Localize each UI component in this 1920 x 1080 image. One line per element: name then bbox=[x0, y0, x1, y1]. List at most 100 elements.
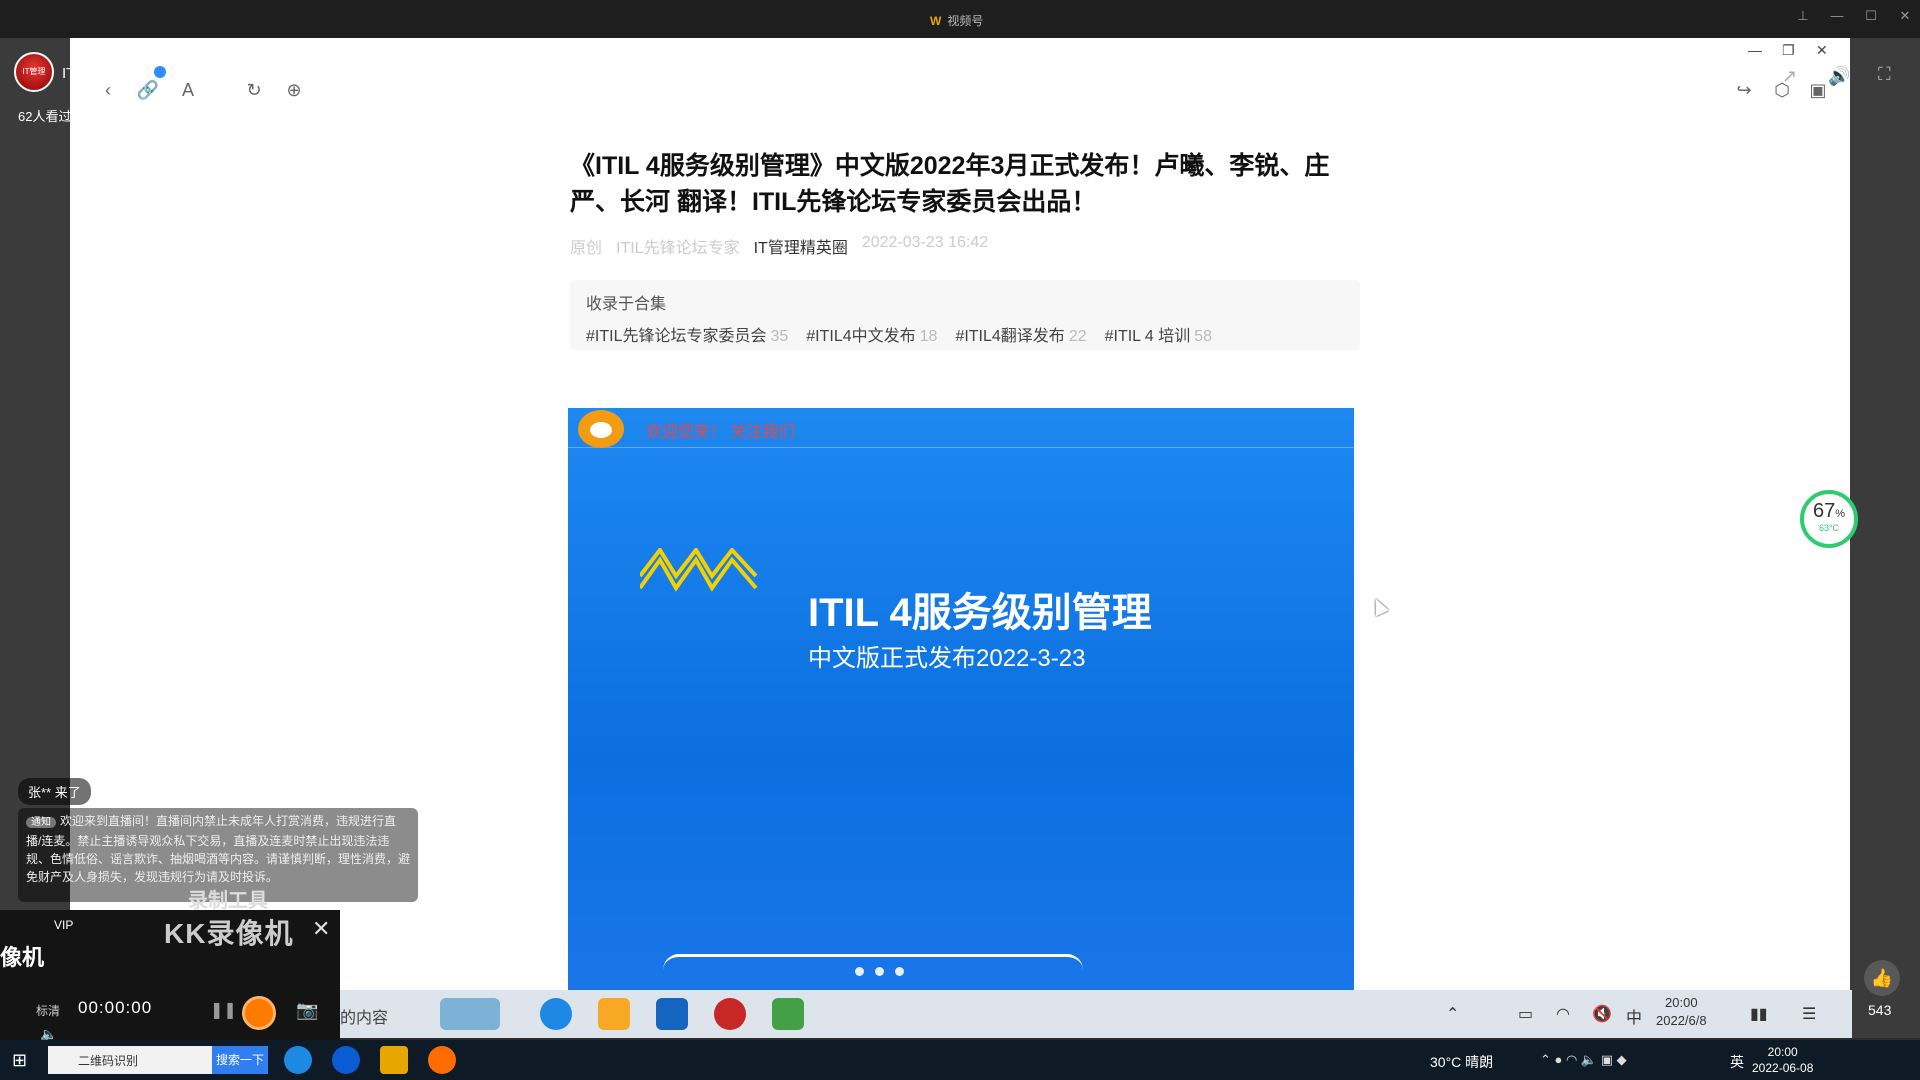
performance-gauge[interactable]: 67% 63°C bbox=[1800, 490, 1858, 548]
clock-date: 2022-06-08 bbox=[1752, 1061, 1814, 1075]
kk-machine-label: 像机 bbox=[0, 945, 45, 970]
share-icon[interactable]: ↗ bbox=[1782, 66, 1797, 87]
weather-widget[interactable]: 30°C 晴朗 bbox=[1430, 1052, 1493, 1072]
carousel-dot[interactable] bbox=[895, 967, 904, 976]
remote-stats-icon[interactable]: ▮▮ bbox=[1750, 1004, 1768, 1024]
like-count: 543 bbox=[1868, 1002, 1892, 1018]
remote-app-icon[interactable] bbox=[714, 998, 746, 1030]
system-tray[interactable]: ⌃ ● ◠ 🔈 ▣ ◆ bbox=[1540, 1052, 1627, 1068]
remote-word-icon[interactable] bbox=[656, 998, 688, 1030]
tag-count: 58 bbox=[1194, 328, 1213, 345]
remote-wechat-icon[interactable] bbox=[772, 998, 804, 1030]
windows-start-icon[interactable]: ⊞ bbox=[12, 1050, 27, 1071]
tag-name: #ITIL4翻译发布 bbox=[955, 328, 1065, 345]
camera-icon[interactable]: 📷 bbox=[296, 1000, 318, 1021]
hero-title: ITIL 4服务级别管理 bbox=[808, 591, 1152, 635]
maximize-button[interactable]: ☐ bbox=[1860, 8, 1882, 24]
tiger-mascot-icon bbox=[578, 410, 624, 448]
kk-close-icon[interactable]: ✕ bbox=[312, 916, 330, 942]
gauge-unit: % bbox=[1835, 508, 1846, 520]
article-meta: 原创 ITIL先锋论坛专家 IT管理精英圈 2022-03-23 16:42 bbox=[570, 234, 1360, 258]
fullscreen-icon[interactable]: ⛶ bbox=[1878, 64, 1891, 85]
remote-edge-icon[interactable] bbox=[540, 998, 572, 1030]
like-button[interactable]: 👍 bbox=[1864, 960, 1900, 996]
taskbar-search-input[interactable]: 二维码识别 bbox=[48, 1046, 212, 1074]
kk-recorder: VIP KK录像机 ✕ 像机 标清 00:00:00 ❚❚ 📷 🔈 bbox=[0, 910, 340, 1042]
app-titlebar: W 视频号 ⊥ — ☐ ✕ bbox=[0, 0, 1920, 38]
zigzag-logo-icon bbox=[640, 548, 758, 592]
tag-item[interactable]: #ITIL先锋论坛专家委员会 35 bbox=[586, 322, 788, 346]
pin-icon[interactable]: ⊥ bbox=[1792, 8, 1814, 24]
meta-author[interactable]: IT管理精英圈 bbox=[754, 234, 848, 258]
hero-banner: 欢迎您来！ 关注我们 ITIL 4服务级别管理 中文版正式发布2022-3-23 bbox=[568, 408, 1354, 990]
vip-badge: VIP bbox=[54, 918, 74, 932]
notice-tag: 通知 bbox=[26, 817, 56, 828]
browser-close-button[interactable]: ✕ bbox=[1816, 42, 1828, 59]
hero-header: 欢迎您来！ 关注我们 bbox=[568, 408, 1354, 448]
input-language[interactable]: 英 bbox=[1730, 1052, 1744, 1072]
tag-count: 35 bbox=[770, 328, 789, 345]
remote-folder-icon[interactable] bbox=[598, 998, 630, 1030]
volume-icon[interactable]: 🔊 bbox=[1828, 66, 1850, 87]
minimize-button[interactable]: — bbox=[1826, 8, 1848, 23]
meta-org[interactable]: ITIL先锋论坛专家 bbox=[616, 234, 740, 258]
app-title-text: 视频号 bbox=[947, 14, 984, 28]
edge-icon[interactable] bbox=[284, 1046, 312, 1074]
globe-icon[interactable]: ⊕ bbox=[282, 80, 306, 101]
thumbs-up-icon: 👍 bbox=[1870, 968, 1894, 988]
viewer-count: 62人看过 bbox=[18, 109, 72, 124]
ie-icon[interactable] bbox=[332, 1046, 360, 1074]
remote-clock: 20:00 2022/6/8 bbox=[1656, 994, 1707, 1030]
host-taskbar: ⊞ 二维码识别 搜索一下 30°C 晴朗 ⌃ ● ◠ 🔈 ▣ ◆ 英 20:00… bbox=[0, 1040, 1920, 1080]
browser-minimize-button[interactable]: — bbox=[1748, 42, 1762, 58]
kk-brand: KK录像机 bbox=[164, 918, 294, 949]
remote-notification-icon[interactable]: ☰ bbox=[1802, 1004, 1816, 1024]
pause-icon[interactable]: ❚❚ bbox=[210, 1000, 237, 1020]
refresh-icon[interactable]: ↻ bbox=[242, 80, 266, 101]
kk-timer: 00:00:00 bbox=[78, 998, 153, 1017]
streamer-info[interactable]: IT管理 IT管理精英圈 bbox=[14, 52, 167, 92]
article: 《ITIL 4服务级别管理》中文版2022年3月正式发布！卢曦、李锐、庄严、长河… bbox=[570, 148, 1360, 350]
carousel-dot[interactable] bbox=[875, 967, 884, 976]
tag-name: #ITIL4中文发布 bbox=[806, 328, 916, 345]
remote-wifi-icon: ◠ bbox=[1556, 1006, 1570, 1023]
streamer-avatar[interactable]: IT管理 bbox=[14, 52, 54, 92]
meta-original: 原创 bbox=[570, 240, 603, 257]
close-button[interactable]: ✕ bbox=[1894, 8, 1916, 24]
remote-battery-icon: ▭ bbox=[1518, 1006, 1534, 1023]
taskbar-search-button[interactable]: 搜索一下 bbox=[212, 1046, 268, 1074]
tag-count: 18 bbox=[919, 328, 938, 345]
hero-subtitle: 中文版正式发布2022-3-23 bbox=[808, 645, 1086, 672]
app-title: W 视频号 bbox=[930, 12, 983, 29]
record-button[interactable] bbox=[242, 996, 276, 1030]
tag-item[interactable]: #ITIL4中文发布 18 bbox=[806, 322, 937, 346]
gauge-percent: 67 bbox=[1812, 500, 1836, 522]
tag-item[interactable]: #ITIL4翻译发布 22 bbox=[955, 322, 1086, 346]
browser-toolbar: ‹ 🔗 A ↻ ⊕ — ❐ ✕ ↪ ⬡ ▣ bbox=[70, 38, 1850, 108]
remote-ime-icon[interactable]: 中 bbox=[1626, 1004, 1642, 1028]
carousel-dot[interactable] bbox=[855, 967, 864, 976]
meta-date: 2022-03-23 16:42 bbox=[861, 234, 989, 251]
channels-icon[interactable] bbox=[380, 1046, 408, 1074]
app-logo-icon: W bbox=[930, 14, 942, 28]
remote-app-map-icon[interactable] bbox=[440, 998, 500, 1030]
verified-icon bbox=[154, 66, 167, 78]
gauge-value: 67% bbox=[1804, 500, 1854, 523]
chat-join-message: 张** 来了 bbox=[18, 778, 91, 805]
remote-taskbar: 的内容 ⌃ ▭ ◠ 🔇 中 20:00 2022/6/8 ▮▮ ☰ bbox=[340, 990, 1852, 1038]
clock-time: 20:00 bbox=[1767, 1045, 1798, 1059]
browser-restore-button[interactable]: ❐ bbox=[1782, 42, 1795, 59]
tag-list: #ITIL先锋论坛专家委员会 35 #ITIL4中文发布 18 #ITIL4翻译发布… bbox=[586, 322, 1344, 346]
collection-box: 收录于合集 #ITIL先锋论坛专家委员会 35 #ITIL4中文发布 18 #ITI… bbox=[570, 280, 1360, 350]
more-icon[interactable]: ▣ bbox=[1806, 80, 1830, 101]
kk-quality[interactable]: 标清 bbox=[36, 1002, 60, 1019]
remote-tray-chevron-icon[interactable]: ⌃ bbox=[1446, 1004, 1459, 1024]
remote-mute-icon[interactable]: 🔇 bbox=[1592, 1004, 1612, 1024]
tag-count: 22 bbox=[1068, 328, 1087, 345]
kk-recorder-icon[interactable] bbox=[428, 1046, 456, 1074]
font-size-icon[interactable]: A bbox=[176, 80, 200, 101]
tag-item[interactable]: #ITIL 4 培训 58 bbox=[1105, 322, 1212, 346]
article-title: 《ITIL 4服务级别管理》中文版2022年3月正式发布！卢曦、李锐、庄严、长河… bbox=[570, 152, 1330, 216]
taskbar-clock[interactable]: 20:00 2022-06-08 bbox=[1752, 1044, 1813, 1076]
share-icon[interactable]: ↪ bbox=[1732, 80, 1756, 101]
